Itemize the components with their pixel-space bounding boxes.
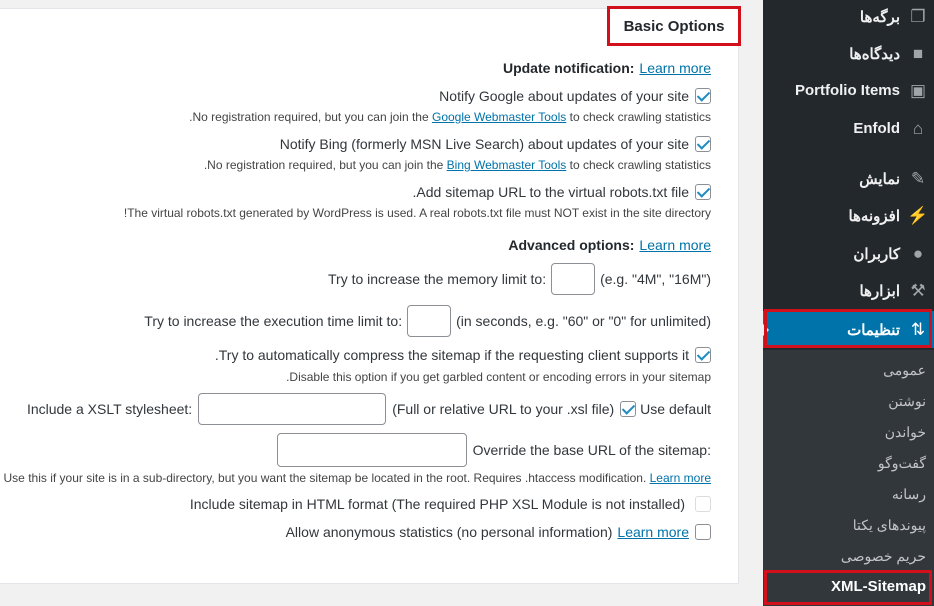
advanced-options-heading: Advanced options: Learn more bbox=[508, 237, 711, 253]
home-icon: ⌂ bbox=[912, 118, 924, 138]
notify-bing-help: .No registration required, but you can j… bbox=[204, 158, 711, 172]
section-title: Basic Options bbox=[607, 6, 741, 46]
xslt-row: Include a XSLT stylesheet: (Full or rela… bbox=[27, 393, 711, 425]
portfolio-icon: ▣ bbox=[909, 80, 927, 100]
notify-google-label: Notify Google about updates of your site bbox=[439, 88, 689, 104]
notify-google-row[interactable]: Notify Google about updates of your site bbox=[439, 88, 711, 104]
notify-bing-label: Notify Bing (formerly MSN Live Search) a… bbox=[279, 136, 689, 152]
notify-google-help: .No registration required, but you can j… bbox=[189, 110, 711, 124]
robots-row[interactable]: .Add sitemap URL to the virtual robots.t… bbox=[412, 184, 711, 200]
settings-submenu: عمومی نوشتن خواندن گفت‌وگو رسانه پیوندها… bbox=[763, 350, 934, 606]
robots-label: .Add sitemap URL to the virtual robots.t… bbox=[412, 184, 690, 200]
submenu-item-discussion[interactable]: گفت‌وگو bbox=[878, 455, 926, 472]
xml-sitemap-highlight-box bbox=[764, 570, 932, 605]
sidebar-item-label: کاربران bbox=[853, 245, 900, 263]
memory-limit-input[interactable] bbox=[551, 263, 596, 295]
robots-checkbox[interactable] bbox=[695, 184, 711, 200]
comments-icon: ■ bbox=[912, 43, 924, 63]
sidebar-item-label: دیدگاه‌ها bbox=[849, 45, 900, 63]
bing-help-text: .No registration required, but you can j… bbox=[203, 158, 447, 172]
update-notification-heading: Update notification: Learn more bbox=[503, 60, 711, 76]
bing-webmaster-tools-link[interactable]: Bing Webmaster Tools bbox=[447, 158, 567, 172]
sidebar-item-tools[interactable]: ابزارها ⚒ bbox=[763, 272, 934, 309]
base-url-help-text: Use this if your site is in a sub-direct… bbox=[3, 471, 647, 485]
execution-time-row: Try to increase the execution time limit… bbox=[144, 305, 711, 337]
execution-time-hint: (in seconds, e.g. "60" or "0" for unlimi… bbox=[456, 313, 711, 329]
compress-label: .Try to automatically compress the sitem… bbox=[214, 347, 689, 363]
html-format-label: Include sitemap in HTML format (The requ… bbox=[189, 496, 685, 512]
google-help-text: .No registration required, but you can j… bbox=[189, 110, 432, 124]
settings-highlight-box bbox=[764, 309, 932, 348]
use-default-checkbox[interactable] bbox=[620, 401, 637, 417]
update-notification-title: Update notification: bbox=[502, 60, 635, 76]
base-url-help: Use this if your site is in a sub-direct… bbox=[4, 471, 711, 485]
pages-icon: ❐ bbox=[910, 6, 926, 26]
sidebar-item-comments[interactable]: دیدگاه‌ها ■ bbox=[763, 35, 934, 72]
notify-bing-checkbox[interactable] bbox=[695, 136, 711, 152]
memory-limit-label: Try to increase the memory limit to: bbox=[328, 271, 547, 287]
memory-limit-row: Try to increase the memory limit to: (e.… bbox=[328, 263, 711, 295]
submenu-item-reading[interactable]: خواندن bbox=[885, 424, 926, 441]
notify-bing-row[interactable]: Notify Bing (formerly MSN Live Search) a… bbox=[280, 136, 711, 152]
advanced-options-learn-more-link[interactable]: Learn more bbox=[639, 237, 711, 253]
advanced-options-title: Advanced options: bbox=[508, 237, 635, 253]
sidebar-item-label: Enfold bbox=[853, 120, 900, 137]
compress-row[interactable]: .Try to automatically compress the sitem… bbox=[215, 347, 711, 363]
sidebar-item-label: Portfolio Items bbox=[794, 82, 900, 99]
sidebar-item-label: نمایش bbox=[859, 170, 900, 188]
base-url-learn-more-link[interactable]: Learn more bbox=[650, 471, 711, 485]
appearance-icon: ✎ bbox=[910, 168, 926, 188]
use-default-label[interactable]: Use default bbox=[640, 401, 711, 417]
update-notification-learn-more-link[interactable]: Learn more bbox=[639, 60, 711, 76]
sidebar-item-pages[interactable]: برگه‌ها ❐ bbox=[763, 0, 934, 35]
execution-time-label: Try to increase the execution time limit… bbox=[144, 313, 403, 329]
plugins-icon: ⚡ bbox=[907, 205, 929, 225]
admin-sidebar: برگه‌ها ❐ دیدگاه‌ها ■ Portfolio Items ▣ … bbox=[762, 0, 934, 606]
bing-help-text-end: to check crawling statistics bbox=[566, 158, 711, 172]
compress-checkbox[interactable] bbox=[695, 347, 711, 363]
google-webmaster-tools-link[interactable]: Google Webmaster Tools bbox=[432, 110, 566, 124]
xslt-label: Include a XSLT stylesheet: bbox=[26, 401, 193, 417]
xslt-url-input[interactable] bbox=[198, 393, 387, 425]
submenu-item-permalinks[interactable]: پیوندهای یکتا bbox=[853, 517, 926, 534]
sidebar-item-appearance[interactable]: نمایش ✎ bbox=[763, 160, 934, 197]
base-url-label: Override the base URL of the sitemap: bbox=[472, 442, 711, 458]
memory-limit-hint: (e.g. "4M", "16M") bbox=[600, 271, 711, 287]
base-url-input[interactable] bbox=[276, 433, 467, 467]
sidebar-item-label: برگه‌ها bbox=[859, 8, 900, 26]
sidebar-item-portfolio[interactable]: Portfolio Items ▣ bbox=[763, 72, 934, 109]
anonymous-stats-label: Allow anonymous statistics (no personal … bbox=[285, 524, 613, 540]
base-url-row: Override the base URL of the sitemap: bbox=[276, 433, 711, 467]
tools-icon: ⚒ bbox=[910, 280, 926, 300]
users-icon: ● bbox=[912, 243, 924, 263]
anonymous-stats-learn-more-link[interactable]: Learn more bbox=[617, 524, 689, 540]
sidebar-item-enfold[interactable]: Enfold ⌂ bbox=[763, 110, 934, 147]
html-format-checkbox bbox=[695, 496, 711, 512]
notify-google-checkbox[interactable] bbox=[695, 88, 711, 104]
sidebar-item-label: ابزارها bbox=[859, 282, 900, 300]
submenu-item-general[interactable]: عمومی bbox=[883, 362, 926, 379]
xslt-hint: (Full or relative URL to your .xsl file) bbox=[392, 401, 615, 417]
sidebar-item-label: افزونه‌ها bbox=[848, 207, 900, 225]
sidebar-item-plugins[interactable]: افزونه‌ها ⚡ bbox=[763, 197, 934, 234]
submenu-item-privacy[interactable]: حریم خصوصی bbox=[841, 548, 926, 565]
anonymous-stats-checkbox[interactable] bbox=[695, 524, 711, 540]
anonymous-stats-row[interactable]: Allow anonymous statistics (no personal … bbox=[286, 524, 711, 540]
sidebar-item-users[interactable]: کاربران ● bbox=[763, 235, 934, 272]
submenu-item-writing[interactable]: نوشتن bbox=[888, 393, 926, 410]
robots-help: !The virtual robots.txt generated by Wor… bbox=[123, 206, 711, 220]
compress-help: .Disable this option if you get garbled … bbox=[286, 370, 711, 384]
html-format-row: Include sitemap in HTML format (The requ… bbox=[190, 496, 711, 512]
submenu-item-media[interactable]: رسانه bbox=[892, 486, 926, 503]
execution-time-input[interactable] bbox=[407, 305, 452, 337]
google-help-text-end: to check crawling statistics bbox=[566, 110, 711, 124]
